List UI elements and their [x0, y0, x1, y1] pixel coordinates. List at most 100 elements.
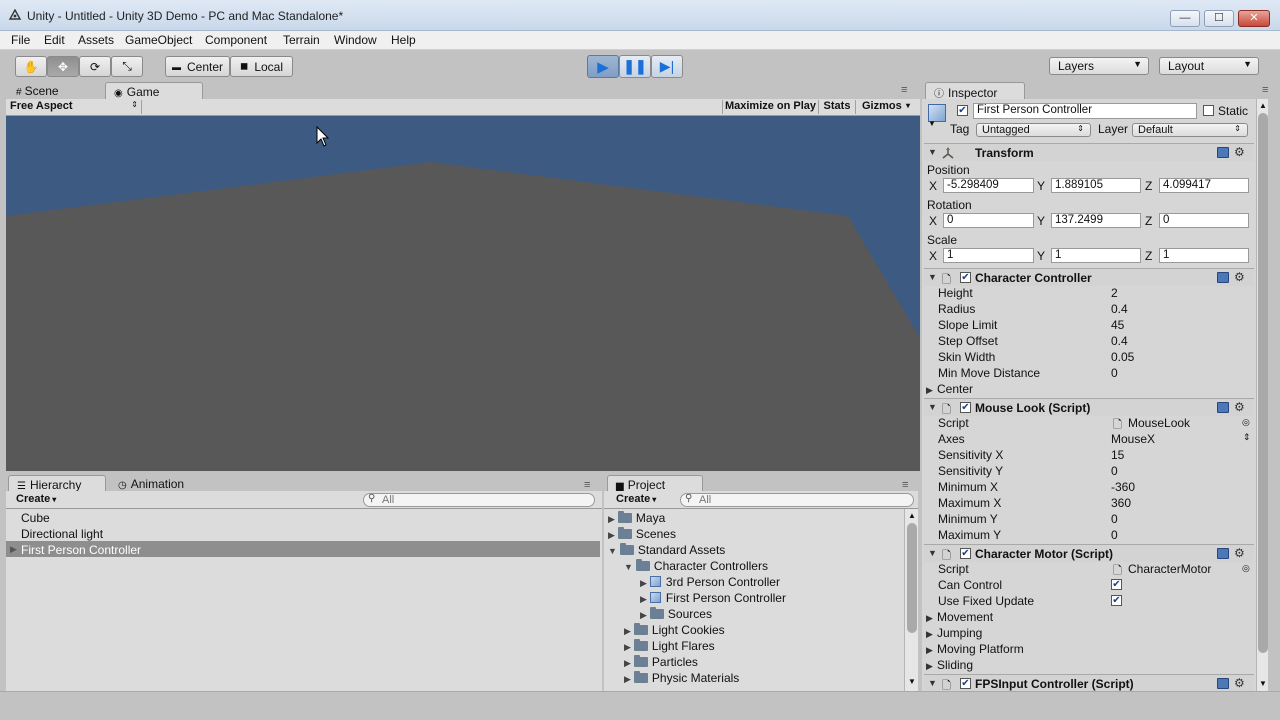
- collapsed-arrow-icon[interactable]: ▶: [624, 642, 631, 652]
- hand-tool-button[interactable]: ✋: [15, 56, 47, 77]
- transform-header[interactable]: ▼ Transform ⚙: [924, 143, 1254, 161]
- pause-button[interactable]: ❚❚: [619, 55, 651, 78]
- expanded-arrow-icon[interactable]: ▼: [608, 546, 617, 556]
- scroll-thumb[interactable]: [1258, 113, 1268, 653]
- tree-item[interactable]: ▶ Light Cookies: [624, 623, 725, 637]
- collapsed-arrow-icon[interactable]: ▶: [624, 658, 631, 668]
- help-book-icon[interactable]: [1217, 272, 1229, 283]
- collapsed-arrow-icon[interactable]: ▶: [608, 514, 615, 524]
- inspector-scrollbar[interactable]: ▲ ▼: [1256, 99, 1268, 691]
- menu-terrain[interactable]: Terrain: [283, 33, 320, 47]
- minimize-button[interactable]: —: [1170, 10, 1200, 27]
- layer-dropdown[interactable]: Default ⇕: [1132, 123, 1248, 137]
- fps-input-header[interactable]: ▼ 🗋 ✔ FPSInput Controller (Script) ⚙: [924, 674, 1254, 692]
- tree-item[interactable]: ▶ Maya: [608, 511, 665, 525]
- panel-menu-icon[interactable]: ≡: [902, 479, 908, 491]
- rotation-z-field[interactable]: 0: [1159, 213, 1249, 228]
- property-value[interactable]: 0: [1111, 512, 1118, 526]
- scroll-down-icon[interactable]: ▼: [1259, 679, 1267, 688]
- project-scrollbar[interactable]: ▲ ▼: [904, 509, 918, 691]
- tree-item[interactable]: ▶ Sources: [640, 607, 712, 621]
- rotation-y-field[interactable]: 137.2499: [1051, 213, 1141, 228]
- tree-item[interactable]: ▼ Standard Assets: [608, 543, 725, 557]
- tree-item[interactable]: ▶ First Person Controller: [640, 591, 786, 605]
- collapsed-arrow-icon[interactable]: ▶: [624, 626, 631, 636]
- menu-assets[interactable]: Assets: [78, 33, 114, 47]
- property-value[interactable]: 0: [1111, 528, 1118, 542]
- foldout-jumping[interactable]: Jumping: [937, 626, 982, 640]
- property-value[interactable]: 0: [1111, 464, 1118, 478]
- property-value[interactable]: -360: [1111, 480, 1135, 494]
- collapsed-arrow-icon[interactable]: ▶: [640, 594, 647, 604]
- property-value[interactable]: 0.05: [1111, 350, 1134, 364]
- property-value[interactable]: 15: [1111, 448, 1124, 462]
- foldout-moving-platform[interactable]: Moving Platform: [937, 642, 1024, 656]
- component-enabled-checkbox[interactable]: ✔: [960, 548, 971, 559]
- help-book-icon[interactable]: [1217, 147, 1229, 158]
- position-x-field[interactable]: -5.298409: [943, 178, 1034, 193]
- mouse-look-header[interactable]: ▼ 🗋 ✔ Mouse Look (Script) ⚙: [924, 398, 1254, 416]
- scroll-down-icon[interactable]: ▼: [908, 677, 916, 686]
- list-item-selected[interactable]: ▶ First Person Controller: [6, 541, 600, 557]
- scroll-thumb[interactable]: [907, 523, 917, 633]
- property-value[interactable]: 360: [1111, 496, 1131, 510]
- script-value[interactable]: CharacterMotor: [1128, 562, 1211, 576]
- project-create-button[interactable]: Create ▾: [608, 493, 660, 505]
- tree-item[interactable]: ▶ Scenes: [608, 527, 676, 541]
- property-value[interactable]: 45: [1111, 318, 1124, 332]
- tree-item[interactable]: ▶ Particles: [624, 655, 698, 669]
- character-motor-header[interactable]: ▼ 🗋 ✔ Character Motor (Script) ⚙: [924, 544, 1254, 562]
- foldout-closed-icon[interactable]: ▶: [926, 385, 933, 396]
- object-picker-icon[interactable]: ◎: [1242, 417, 1250, 428]
- layout-dropdown[interactable]: Layout ▼: [1159, 57, 1259, 75]
- component-enabled-checkbox[interactable]: ✔: [960, 402, 971, 413]
- foldout-closed-icon[interactable]: ▶: [926, 613, 933, 624]
- panel-menu-icon[interactable]: ≡: [901, 84, 907, 96]
- pivot-local-button[interactable]: ◼ Local: [230, 56, 293, 77]
- menu-edit[interactable]: Edit: [44, 33, 65, 47]
- help-book-icon[interactable]: [1217, 548, 1229, 559]
- foldout-closed-icon[interactable]: ▶: [926, 661, 933, 672]
- game-viewport[interactable]: [6, 116, 920, 471]
- step-button[interactable]: ▶|: [651, 55, 683, 78]
- tree-item[interactable]: ▶ 3rd Person Controller: [640, 575, 780, 589]
- object-picker-icon[interactable]: ◎: [1242, 563, 1250, 574]
- character-controller-header[interactable]: ▼ 🗋 ✔ Character Controller ⚙: [924, 268, 1254, 286]
- active-checkbox[interactable]: ✔: [957, 105, 968, 116]
- maximize-on-play-toggle[interactable]: Maximize on Play: [722, 100, 818, 114]
- move-tool-button[interactable]: ✥: [47, 56, 79, 77]
- property-value[interactable]: 2: [1111, 286, 1118, 300]
- tree-item[interactable]: ▼ Character Controllers: [624, 559, 768, 573]
- stats-toggle[interactable]: Stats: [818, 100, 855, 114]
- component-enabled-checkbox[interactable]: ✔: [960, 272, 971, 283]
- aspect-dropdown[interactable]: Free Aspect ⇕: [10, 100, 142, 114]
- gizmos-dropdown[interactable]: Gizmos ▾: [855, 100, 912, 114]
- rotation-x-field[interactable]: 0: [943, 213, 1034, 228]
- foldout-closed-icon[interactable]: ▶: [926, 629, 933, 640]
- gear-icon[interactable]: ⚙: [1234, 400, 1245, 414]
- project-search-input[interactable]: All: [680, 493, 914, 507]
- script-value[interactable]: MouseLook: [1128, 416, 1190, 430]
- tree-item[interactable]: ▶ Physic Materials: [624, 671, 739, 685]
- scroll-up-icon[interactable]: ▲: [908, 511, 916, 520]
- gear-icon[interactable]: ⚙: [1234, 270, 1245, 284]
- menu-file[interactable]: File: [11, 33, 30, 47]
- panel-menu-icon[interactable]: ≡: [584, 479, 590, 491]
- pivot-center-button[interactable]: ▬ Center: [165, 56, 230, 77]
- use-fixed-update-checkbox[interactable]: ✔: [1111, 595, 1122, 606]
- static-checkbox[interactable]: [1203, 105, 1214, 116]
- hierarchy-search-input[interactable]: All: [363, 493, 595, 507]
- scale-z-field[interactable]: 1: [1159, 248, 1249, 263]
- scale-y-field[interactable]: 1: [1051, 248, 1141, 263]
- help-book-icon[interactable]: [1217, 402, 1229, 413]
- maximize-button[interactable]: ☐: [1204, 10, 1234, 27]
- property-value[interactable]: 0: [1111, 366, 1118, 380]
- position-y-field[interactable]: 1.889105: [1051, 178, 1141, 193]
- close-button[interactable]: ✕: [1238, 10, 1270, 27]
- rotate-tool-button[interactable]: ⟳: [79, 56, 111, 77]
- can-control-checkbox[interactable]: ✔: [1111, 579, 1122, 590]
- position-z-field[interactable]: 4.099417: [1159, 178, 1249, 193]
- hierarchy-create-button[interactable]: Create ▾: [10, 493, 62, 505]
- property-value[interactable]: 0.4: [1111, 302, 1128, 316]
- foldout-movement[interactable]: Movement: [937, 610, 993, 624]
